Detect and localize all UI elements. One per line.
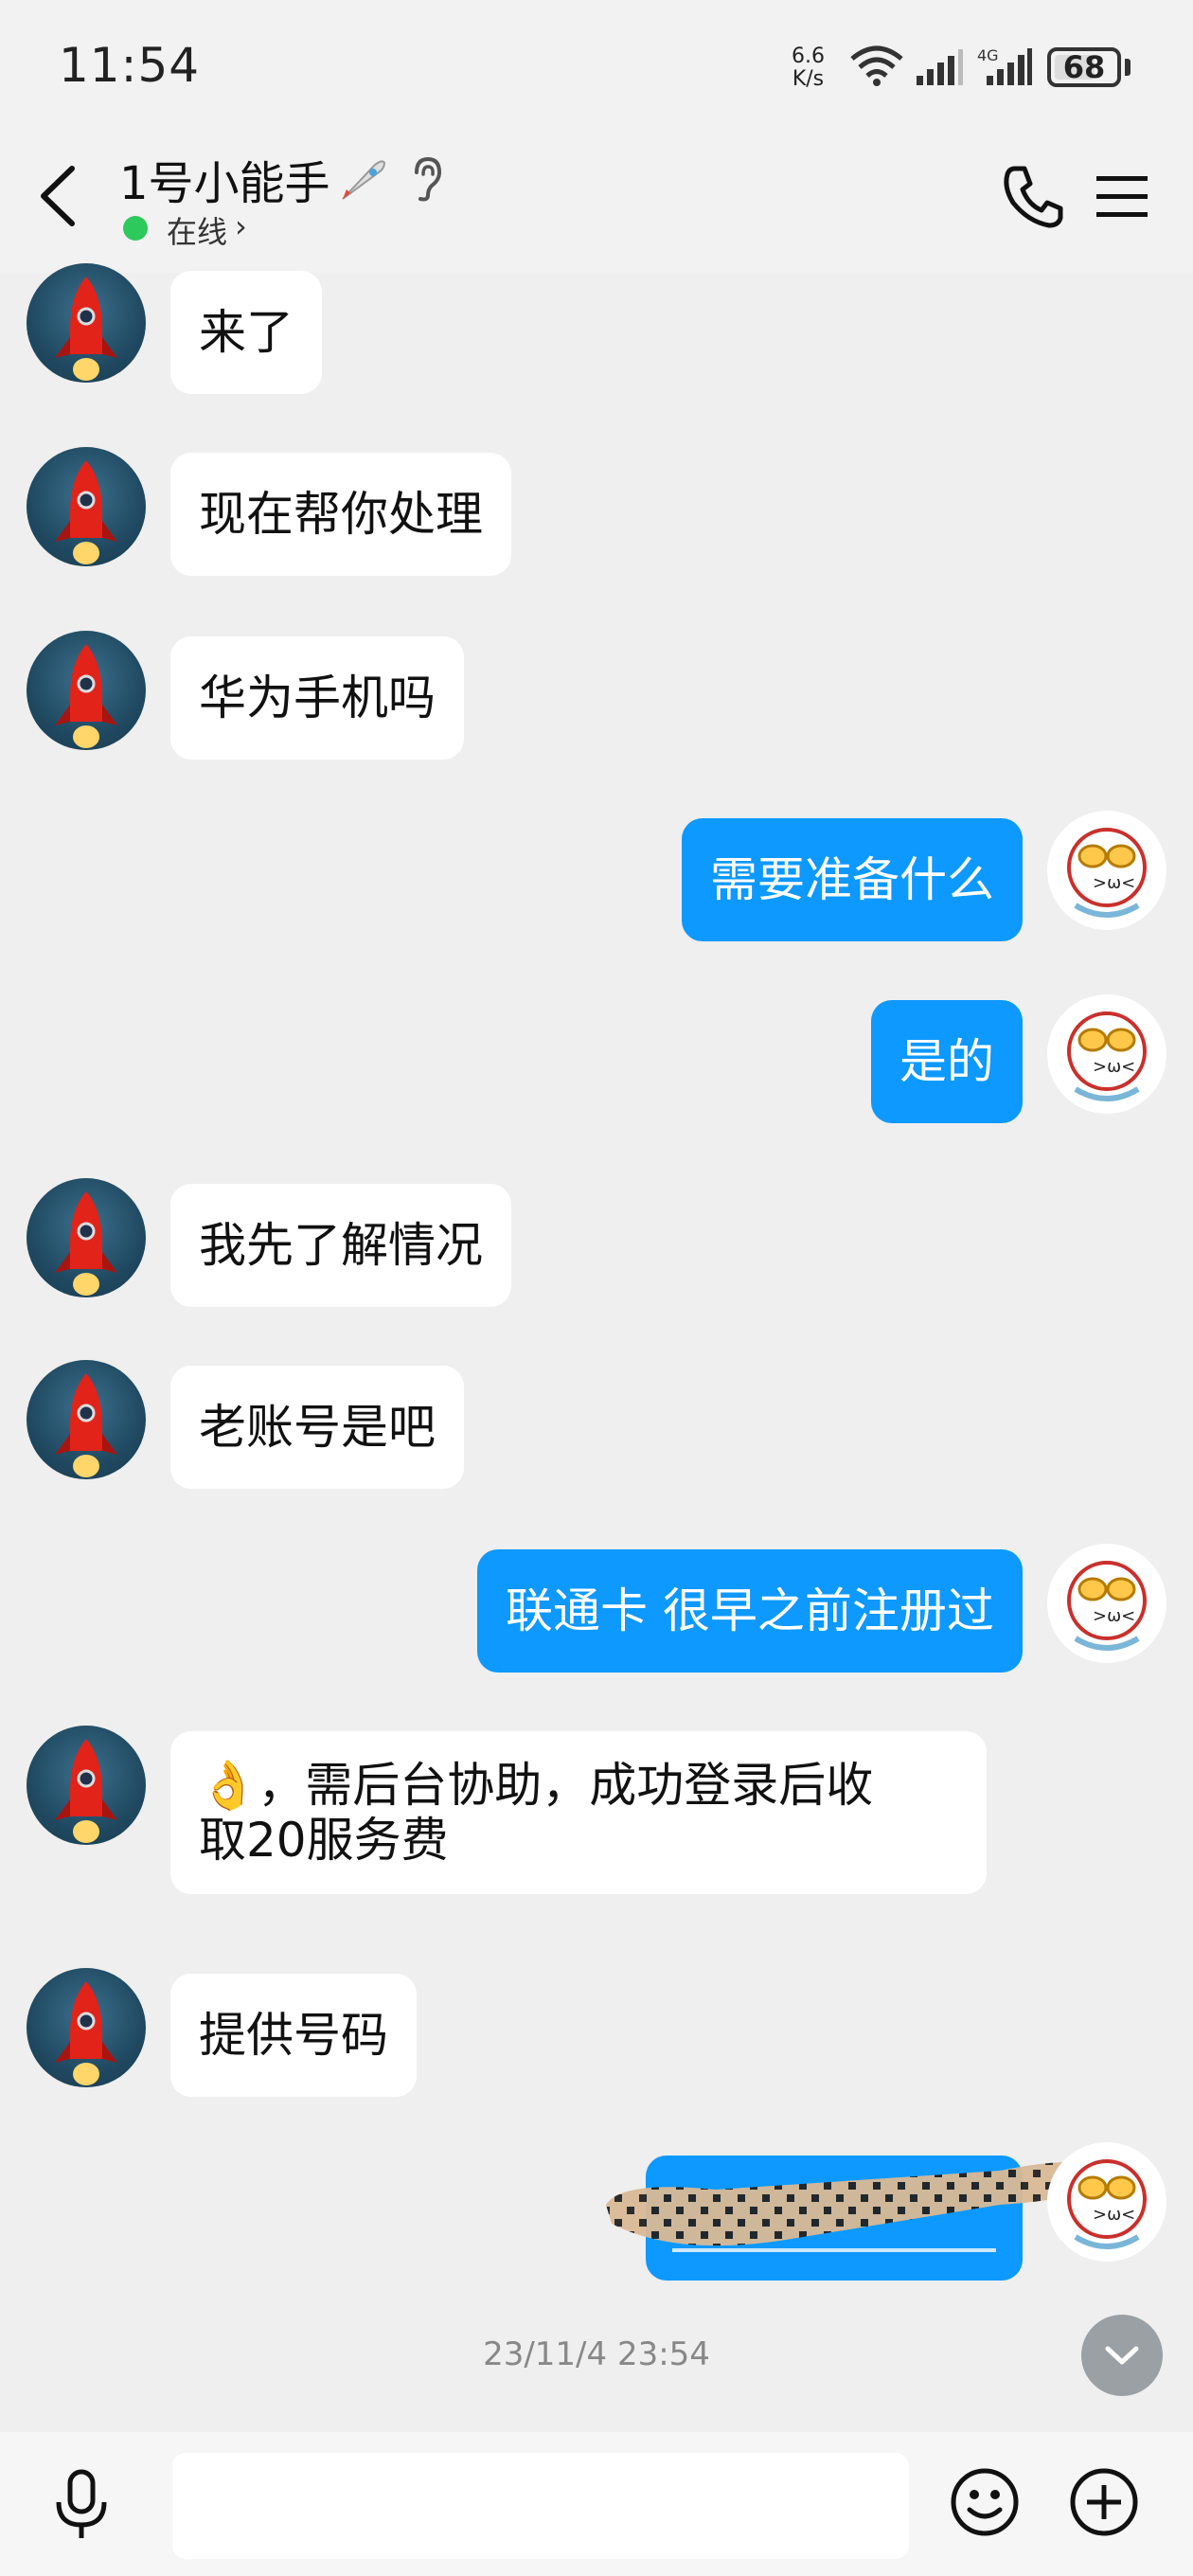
message-bubble-incoming[interactable]: 来了 [170,271,322,394]
message-bubble-incoming[interactable]: 提供号码 [170,1974,417,2097]
message-line: 取20服务费 [199,1813,449,1868]
message-bubble-incoming[interactable]: 华为手机吗 [170,636,464,760]
message-line: 👌，需后台协助，成功登录后收 [199,1758,874,1813]
svg-text:4G: 4G [977,46,999,64]
contact-avatar[interactable] [27,1968,146,2087]
online-status-label[interactable]: 在线 [167,208,227,252]
emoji-icon[interactable] [949,2466,1021,2538]
signal-strength-icon [917,49,963,85]
contact-avatar[interactable] [27,1178,146,1297]
message-bubble-incoming[interactable]: 老账号是吧 [170,1366,464,1489]
network-speed: 6.6 K/s [792,45,825,91]
rocket-emoji-icon [342,160,386,200]
contact-name[interactable]: 1号小能手 [119,146,330,212]
microphone-icon[interactable] [51,2468,112,2544]
contact-avatar[interactable] [27,631,146,750]
back-arrow-icon[interactable] [34,163,81,229]
battery-cap [1125,59,1131,76]
ear-icon[interactable] [409,155,443,203]
scroll-to-bottom-button[interactable] [1081,2315,1163,2396]
message-input[interactable] [172,2453,909,2559]
contact-avatar[interactable] [27,1360,146,1479]
message-timestamp: 23/11/4 23:54 [483,2335,710,2373]
message-bubble-incoming[interactable]: 我先了解情况 [170,1184,511,1307]
message-bubble-incoming[interactable]: 👌，需后台协助，成功登录后收 取20服务费 [170,1731,987,1894]
contact-avatar[interactable] [27,1726,146,1845]
svg-text:>ω<: >ω< [1093,873,1135,893]
my-avatar[interactable]: >ω< [1047,994,1166,1114]
status-bar: 11:54 6.6 K/s 4G 68 [0,0,1193,133]
chevron-down-icon [1105,2346,1139,2365]
message-bubble-outgoing[interactable]: 联通卡 很早之前注册过 [477,1549,1023,1673]
battery-icon: 68 [1047,47,1121,87]
menu-icon[interactable] [1095,174,1149,220]
battery-level: 68 [1062,49,1106,85]
wifi-icon [850,45,903,86]
my-avatar[interactable]: >ω< [1047,811,1166,930]
signal-4g-icon: 4G [977,46,1032,85]
plus-icon[interactable] [1068,2466,1140,2538]
chevron-right-icon[interactable]: › [235,208,247,244]
svg-text:>ω<: >ω< [1093,1606,1135,1626]
online-status-dot [123,216,148,241]
message-bubble-outgoing[interactable]: 需要准备什么 [682,818,1023,941]
contact-avatar[interactable] [27,447,146,566]
phone-call-icon[interactable] [1002,163,1064,229]
svg-text:>ω<: >ω< [1093,2205,1135,2225]
message-bubble-incoming[interactable]: 现在帮你处理 [170,453,511,576]
svg-text:>ω<: >ω< [1093,1057,1135,1077]
my-avatar[interactable]: >ω< [1047,1544,1166,1663]
status-time: 11:54 [59,38,201,93]
speed-value: 6.6 [792,45,825,68]
speed-unit: K/s [792,67,825,91]
message-bubble-outgoing[interactable]: 是的 [871,1000,1023,1123]
my-avatar[interactable]: >ω< [1047,2142,1166,2262]
contact-avatar[interactable] [27,263,146,383]
